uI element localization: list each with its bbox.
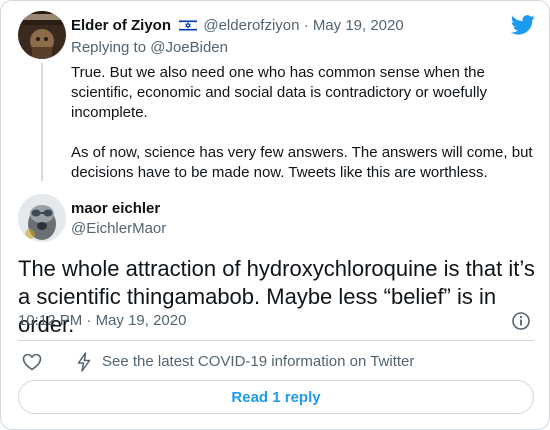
parent-tweet-paragraph: As of now, science has very few answers.… — [71, 144, 533, 181]
info-icon[interactable] — [511, 311, 531, 336]
avatar-elder-of-ziyon[interactable] — [18, 11, 66, 59]
main-tweet-timestamp[interactable]: 10:12 PM · May 19, 2020 — [18, 312, 186, 330]
tweet-time: 10:12 PM — [18, 312, 83, 329]
parent-date[interactable]: May 19, 2020 — [313, 17, 404, 34]
avatar-maor-eichler[interactable] — [18, 194, 66, 242]
tweet-date: May 19, 2020 — [95, 312, 187, 329]
parent-tweet-header: Elder of Ziyon @elderofziyon · May 19, 2… — [71, 17, 404, 37]
twitter-bird-icon[interactable] — [510, 15, 535, 40]
parent-handle[interactable]: @elderofziyon — [203, 17, 299, 34]
replying-to-handle-link[interactable]: @JoeBiden — [150, 39, 228, 56]
parent-tweet-body: True. But we also need one who has commo… — [71, 63, 536, 183]
read-replies-button[interactable]: Read 1 reply — [18, 380, 534, 414]
parent-author-name[interactable]: Elder of Ziyon — [71, 17, 171, 34]
israel-flag-icon — [178, 18, 198, 37]
replying-to-line: Replying to @JoeBiden — [71, 39, 228, 57]
embedded-tweet-card: Elder of Ziyon @elderofziyon · May 19, 2… — [0, 0, 550, 430]
thread-connector-line — [41, 63, 43, 181]
replying-to-prefix: Replying to — [71, 39, 147, 56]
parent-tweet-paragraph: True. But we also need one who has commo… — [71, 64, 488, 121]
heart-icon[interactable] — [22, 353, 42, 375]
main-author-name[interactable]: maor eichler — [71, 200, 160, 218]
lightning-bolt-icon[interactable] — [76, 352, 92, 376]
covid-info-link[interactable]: See the latest COVID-19 information on T… — [102, 353, 414, 371]
header-separator: · — [303, 17, 309, 34]
timestamp-separator: · — [86, 312, 92, 329]
main-author-handle[interactable]: @EichlerMaor — [71, 220, 166, 238]
divider — [18, 340, 534, 341]
